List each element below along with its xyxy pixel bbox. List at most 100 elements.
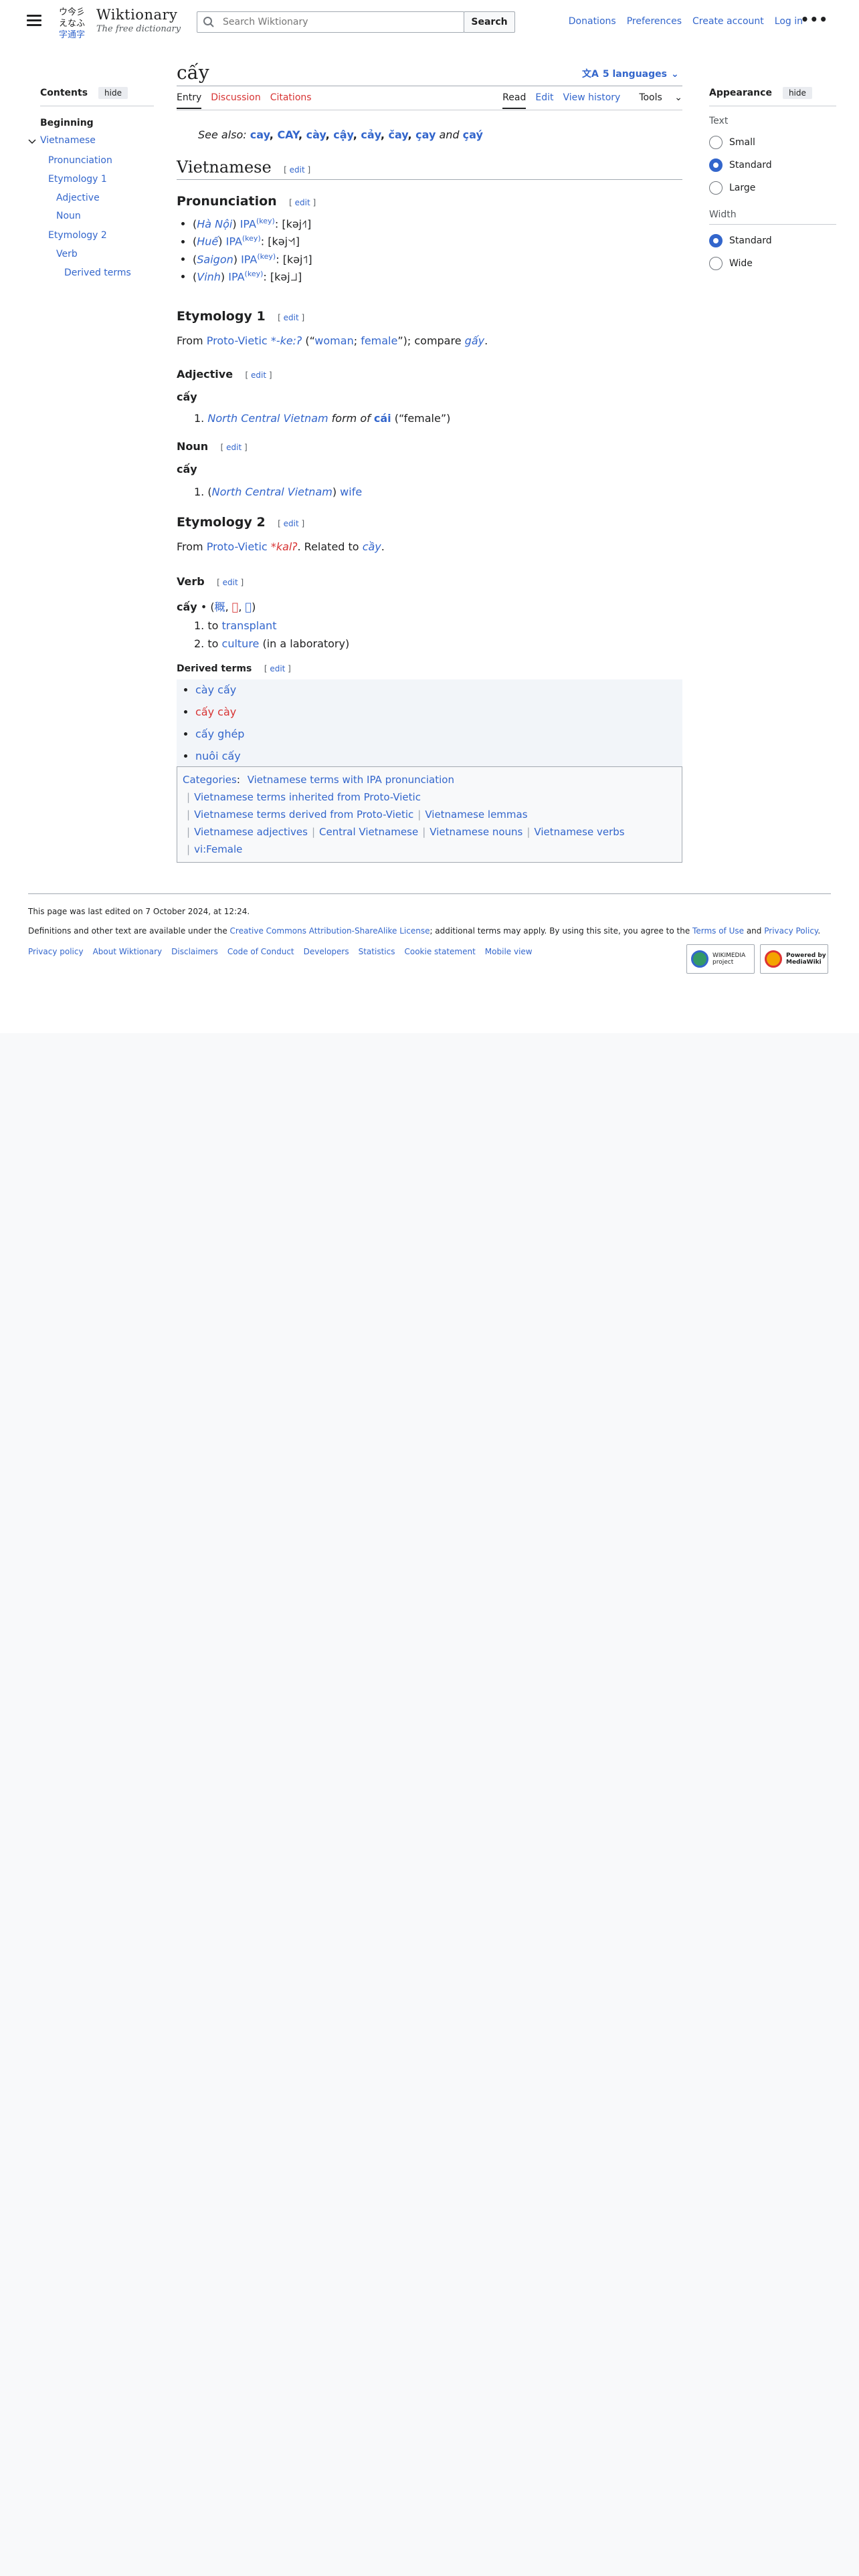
han-link[interactable]: 穊 bbox=[215, 601, 225, 613]
ipa-link[interactable]: IPA bbox=[241, 253, 257, 265]
footer-link[interactable]: Statistics bbox=[359, 947, 395, 956]
footer-link[interactable]: Disclaimers bbox=[171, 947, 218, 956]
edit-link[interactable]: edit bbox=[251, 370, 266, 380]
derived-term-link[interactable]: cấy ghép bbox=[195, 728, 244, 740]
see-also-link[interactable]: çay bbox=[415, 128, 436, 141]
ipa-key-link[interactable]: (key) bbox=[256, 217, 275, 225]
tab-edit[interactable]: Edit bbox=[535, 92, 553, 108]
see-also-link[interactable]: çaý bbox=[463, 128, 483, 141]
tab-tools[interactable]: Tools ⌄ bbox=[630, 92, 682, 108]
privacy-link[interactable]: Privacy Policy bbox=[764, 926, 818, 936]
ipa-key-link[interactable]: (key) bbox=[245, 270, 264, 278]
see-also-link[interactable]: cày bbox=[306, 128, 326, 141]
dialect-link[interactable]: Saigon bbox=[197, 253, 233, 265]
toc-item-etymology-2[interactable]: Etymology 2 bbox=[48, 230, 107, 241]
category-link[interactable]: Vietnamese lemmas bbox=[425, 809, 527, 821]
category-link[interactable]: Vietnamese adjectives bbox=[194, 826, 308, 838]
toc-item-vietnamese[interactable]: Vietnamese bbox=[40, 135, 96, 146]
derived-term-link[interactable]: nuôi cấy bbox=[195, 750, 241, 762]
tab-view-history[interactable]: View history bbox=[563, 92, 620, 108]
see-also-link[interactable]: cậy bbox=[333, 128, 353, 141]
languages-button[interactable]: 文A 5 languages ⌄ bbox=[582, 67, 679, 80]
ipa-link[interactable]: IPA bbox=[228, 270, 244, 283]
footer-link[interactable]: Privacy policy bbox=[28, 947, 84, 956]
dialect-link[interactable]: Vinh bbox=[197, 270, 221, 283]
footer-link[interactable]: Mobile view bbox=[485, 947, 533, 956]
reconstruction-link[interactable]: *-keːʔ bbox=[271, 334, 302, 347]
footer-link[interactable]: Code of Conduct bbox=[227, 947, 294, 956]
categories-label[interactable]: Categories bbox=[183, 774, 237, 786]
han-link[interactable]: 𦟚 bbox=[232, 601, 239, 613]
compare-link[interactable]: gấy bbox=[465, 334, 484, 347]
ellipsis-icon[interactable]: ••• bbox=[801, 13, 828, 26]
mediawiki-badge[interactable]: Powered by MediaWiki bbox=[760, 944, 828, 974]
toc-item-etymology-1[interactable]: Etymology 1 bbox=[48, 174, 107, 185]
edit-link[interactable]: edit bbox=[223, 578, 238, 587]
category-link[interactable]: Vietnamese terms inherited from Proto-Vi… bbox=[194, 791, 421, 803]
proto-vietic-link[interactable]: Proto-Vietic bbox=[207, 334, 268, 347]
see-also-link[interactable]: CAY bbox=[277, 128, 298, 141]
lemma-link[interactable]: cái bbox=[374, 412, 391, 425]
category-link[interactable]: Vietnamese nouns bbox=[430, 826, 522, 838]
tab-citations[interactable]: Citations bbox=[270, 92, 312, 108]
gloss-link[interactable]: wife bbox=[340, 486, 362, 498]
gloss-link[interactable]: female bbox=[361, 334, 397, 347]
gloss-link[interactable]: woman bbox=[314, 334, 353, 347]
search-button[interactable]: Search bbox=[464, 11, 515, 33]
terms-link[interactable]: Terms of Use bbox=[692, 926, 744, 936]
category-link[interactable]: vi:Female bbox=[194, 843, 242, 855]
dialect-link[interactable]: Huế bbox=[197, 235, 218, 248]
edit-link[interactable]: edit bbox=[270, 664, 285, 673]
toc-item-verb[interactable]: Verb bbox=[56, 249, 78, 259]
category-link[interactable]: Vietnamese terms derived from Proto-Viet… bbox=[194, 809, 413, 821]
wikimedia-badge[interactable]: WIKIMEDIA project bbox=[686, 944, 755, 974]
edit-link[interactable]: edit bbox=[226, 443, 242, 452]
related-link[interactable]: cầy bbox=[363, 540, 381, 553]
create-account-link[interactable]: Create account bbox=[692, 16, 764, 27]
category-link[interactable]: Central Vietnamese bbox=[319, 826, 418, 838]
toc-item-derived-terms[interactable]: Derived terms bbox=[64, 267, 131, 278]
toc-item-beginning[interactable]: Beginning bbox=[40, 118, 94, 128]
text-size-standard[interactable]: Standard bbox=[709, 158, 836, 172]
text-size-large[interactable]: Large bbox=[709, 181, 836, 195]
ipa-link[interactable]: IPA bbox=[226, 235, 242, 248]
main-menu-icon[interactable] bbox=[27, 15, 41, 27]
dialect-link[interactable]: Hà Nội bbox=[197, 217, 232, 230]
toc-hide-button[interactable]: hide bbox=[98, 87, 128, 99]
region-link[interactable]: North Central Vietnam bbox=[207, 412, 328, 425]
footer-link[interactable]: Developers bbox=[304, 947, 349, 956]
preferences-link[interactable]: Preferences bbox=[627, 16, 682, 27]
see-also-link[interactable]: cay bbox=[250, 128, 270, 141]
reconstruction-link[interactable]: *kalʔ bbox=[271, 540, 298, 553]
def-link[interactable]: culture bbox=[222, 637, 260, 650]
derived-term-link[interactable]: cấy cày bbox=[195, 706, 236, 718]
donations-link[interactable]: Donations bbox=[569, 16, 616, 27]
width-standard[interactable]: Standard bbox=[709, 234, 836, 247]
toc-item-pronunciation[interactable]: Pronunciation bbox=[48, 155, 112, 166]
ipa-key-link[interactable]: (key) bbox=[242, 234, 261, 243]
edit-link[interactable]: edit bbox=[284, 313, 299, 322]
appearance-hide-button[interactable]: hide bbox=[782, 87, 812, 99]
ipa-link[interactable]: IPA bbox=[240, 217, 256, 230]
toc-item-adjective[interactable]: Adjective bbox=[56, 193, 100, 203]
logo-text[interactable]: Wiktionary The free dictionary bbox=[96, 7, 181, 34]
ipa-key-link[interactable]: (key) bbox=[257, 252, 276, 261]
login-link[interactable]: Log in bbox=[775, 16, 803, 27]
edit-link[interactable]: edit bbox=[295, 198, 310, 207]
width-wide[interactable]: Wide bbox=[709, 257, 836, 270]
proto-vietic-link[interactable]: Proto-Vietic bbox=[207, 540, 268, 553]
region-link[interactable]: North Central Vietnam bbox=[212, 486, 332, 498]
see-also-link[interactable]: čay bbox=[389, 128, 408, 141]
tab-entry[interactable]: Entry bbox=[177, 92, 202, 109]
chevron-down-icon[interactable] bbox=[28, 139, 36, 144]
han-link[interactable]: 𠀧 bbox=[246, 601, 252, 613]
search-input[interactable] bbox=[221, 16, 436, 28]
derived-term-link[interactable]: cày cấy bbox=[195, 683, 236, 696]
category-link[interactable]: Vietnamese terms with IPA pronunciation bbox=[248, 774, 454, 786]
tab-read[interactable]: Read bbox=[502, 92, 527, 109]
tab-discussion[interactable]: Discussion bbox=[211, 92, 260, 108]
category-link[interactable]: Vietnamese verbs bbox=[534, 826, 624, 838]
footer-link[interactable]: Cookie statement bbox=[404, 947, 475, 956]
see-also-link[interactable]: cảy bbox=[361, 128, 380, 141]
license-link[interactable]: Creative Commons Attribution-ShareAlike … bbox=[230, 926, 430, 936]
